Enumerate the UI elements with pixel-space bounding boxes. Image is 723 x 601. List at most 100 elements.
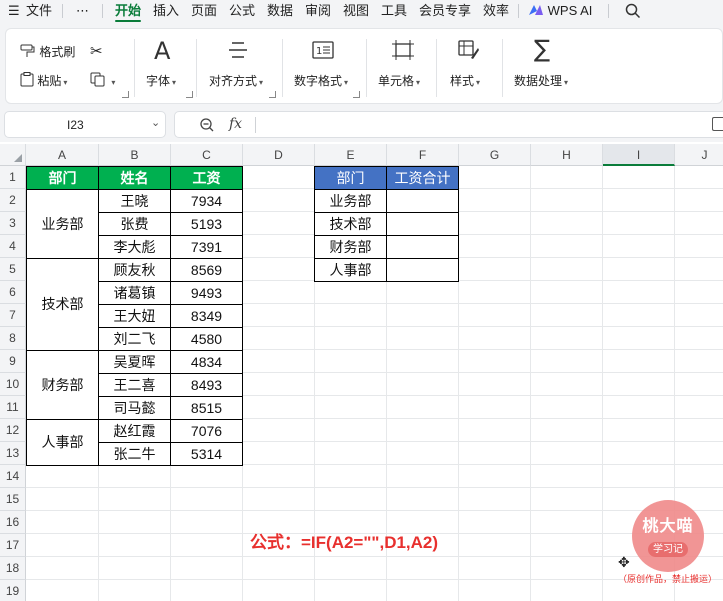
table1-salary-cell[interactable]: 8493	[170, 373, 243, 397]
row-header[interactable]: 6	[0, 281, 26, 304]
table1-salary-cell[interactable]: 8569	[170, 258, 243, 282]
tab-tools[interactable]: 工具	[381, 0, 407, 22]
row-header[interactable]: 14	[0, 465, 26, 488]
column-header-h[interactable]: H	[531, 144, 603, 166]
zoom-icon[interactable]	[199, 117, 215, 136]
dialog-launcher-icon[interactable]	[353, 91, 360, 98]
font-button[interactable]: 字体 ▾	[146, 72, 176, 89]
table1-name-cell[interactable]: 顾友秋	[98, 258, 171, 282]
dialog-launcher-icon[interactable]	[122, 91, 129, 98]
dialog-launcher-icon[interactable]	[186, 91, 193, 98]
row-header[interactable]: 3	[0, 212, 26, 235]
sigma-icon[interactable]: ∑	[534, 35, 550, 63]
table1-header-name[interactable]: 姓名	[98, 166, 171, 190]
table1-name-cell[interactable]: 王大妞	[98, 304, 171, 328]
row-header[interactable]: 10	[0, 373, 26, 396]
table2-total-cell[interactable]	[386, 235, 459, 259]
table1-salary-cell[interactable]: 9493	[170, 281, 243, 305]
row-header[interactable]: 1	[0, 166, 26, 189]
cell-icon[interactable]	[392, 40, 414, 63]
table1-salary-cell[interactable]: 7934	[170, 189, 243, 213]
menu-file[interactable]: 文件	[26, 0, 52, 22]
table1-name-cell[interactable]: 王晓	[98, 189, 171, 213]
table1-dept-cell[interactable]: 人事部	[26, 419, 99, 466]
number-format-icon[interactable]: 1	[312, 41, 334, 62]
align-icon[interactable]	[228, 41, 248, 62]
row-header[interactable]: 18	[0, 557, 26, 580]
column-header-j[interactable]: J	[675, 144, 723, 166]
column-header-g[interactable]: G	[459, 144, 531, 166]
table2-total-cell[interactable]	[386, 258, 459, 282]
paste-button[interactable]: 粘贴 ▾	[20, 72, 67, 89]
column-header-d[interactable]: D	[243, 144, 315, 166]
table1-name-cell[interactable]: 司马懿	[98, 396, 171, 420]
table1-name-cell[interactable]: 诸葛镇	[98, 281, 171, 305]
table2-dept-cell[interactable]: 财务部	[314, 235, 387, 259]
table2-dept-cell[interactable]: 技术部	[314, 212, 387, 236]
tab-home[interactable]: 开始	[115, 0, 142, 22]
font-icon[interactable]: A	[154, 37, 170, 65]
column-header-b[interactable]: B	[99, 144, 171, 166]
table1-salary-cell[interactable]: 8349	[170, 304, 243, 328]
formula-input[interactable]: fx	[174, 111, 723, 138]
table1-dept-cell[interactable]: 技术部	[26, 258, 99, 351]
row-header[interactable]: 13	[0, 442, 26, 465]
table1-name-cell[interactable]: 张费	[98, 212, 171, 236]
fx-icon[interactable]: fx	[229, 116, 242, 132]
select-all-corner[interactable]	[0, 144, 26, 166]
row-header[interactable]: 8	[0, 327, 26, 350]
column-header-c[interactable]: C	[171, 144, 243, 166]
menu-more[interactable]: ⋯	[76, 0, 89, 22]
table1-name-cell[interactable]: 赵红霞	[98, 419, 171, 443]
row-header[interactable]: 11	[0, 396, 26, 419]
format-painter-button[interactable]: 格式刷	[20, 43, 75, 60]
tab-formula[interactable]: 公式	[229, 0, 255, 22]
column-header-f[interactable]: F	[387, 144, 459, 166]
row-header[interactable]: 12	[0, 419, 26, 442]
table1-salary-cell[interactable]: 7391	[170, 235, 243, 259]
column-header-a[interactable]: A	[26, 144, 99, 166]
table1-name-cell[interactable]: 李大彪	[98, 235, 171, 259]
align-button[interactable]: 对齐方式 ▾	[209, 72, 263, 89]
tab-insert[interactable]: 插入	[153, 0, 179, 22]
formula-expand-icon[interactable]	[712, 117, 723, 131]
table1-salary-cell[interactable]: 7076	[170, 419, 243, 443]
table1-salary-cell[interactable]: 4834	[170, 350, 243, 374]
cut-icon[interactable]: ✂	[90, 42, 103, 60]
number-format-button[interactable]: 数字格式 ▾	[294, 72, 348, 89]
hamburger-icon[interactable]: ☰	[8, 0, 20, 22]
dialog-launcher-icon[interactable]	[269, 91, 276, 98]
table2-total-cell[interactable]	[386, 212, 459, 236]
table1-dept-cell[interactable]: 业务部	[26, 189, 99, 259]
column-header-i[interactable]: I	[603, 144, 675, 166]
row-header[interactable]: 2	[0, 189, 26, 212]
row-header[interactable]: 19	[0, 580, 26, 601]
row-header[interactable]: 5	[0, 258, 26, 281]
name-box[interactable]: I23 ⌄	[4, 111, 166, 138]
table1-header-salary[interactable]: 工资	[170, 166, 243, 190]
cell-button[interactable]: 单元格 ▾	[378, 72, 420, 89]
table2-header-total[interactable]: 工资合计	[386, 166, 459, 190]
row-header[interactable]: 4	[0, 235, 26, 258]
tab-view[interactable]: 视图	[343, 0, 369, 22]
table1-salary-cell[interactable]: 5193	[170, 212, 243, 236]
table1-name-cell[interactable]: 王二喜	[98, 373, 171, 397]
spreadsheet-grid[interactable]: A B C D E F G H I J 1 2 3 4 5 6 7 8 9 10…	[0, 144, 723, 601]
table1-salary-cell[interactable]: 4580	[170, 327, 243, 351]
tab-efficiency[interactable]: 效率	[483, 0, 509, 22]
search-icon[interactable]	[625, 3, 641, 22]
chevron-down-icon[interactable]: ⌄	[151, 116, 160, 129]
tab-review[interactable]: 审阅	[305, 0, 331, 22]
row-header[interactable]: 16	[0, 511, 26, 534]
style-button[interactable]: 样式 ▾	[450, 72, 480, 89]
table1-header-dept[interactable]: 部门	[26, 166, 99, 190]
row-header[interactable]: 9	[0, 350, 26, 373]
tab-member[interactable]: 会员专享	[419, 0, 471, 22]
wps-ai-button[interactable]: WPS AI	[528, 0, 592, 22]
table1-dept-cell[interactable]: 财务部	[26, 350, 99, 420]
table2-header-dept[interactable]: 部门	[314, 166, 387, 190]
row-header[interactable]: 15	[0, 488, 26, 511]
style-icon[interactable]	[458, 40, 480, 63]
table1-salary-cell[interactable]: 8515	[170, 396, 243, 420]
row-header[interactable]: 7	[0, 304, 26, 327]
